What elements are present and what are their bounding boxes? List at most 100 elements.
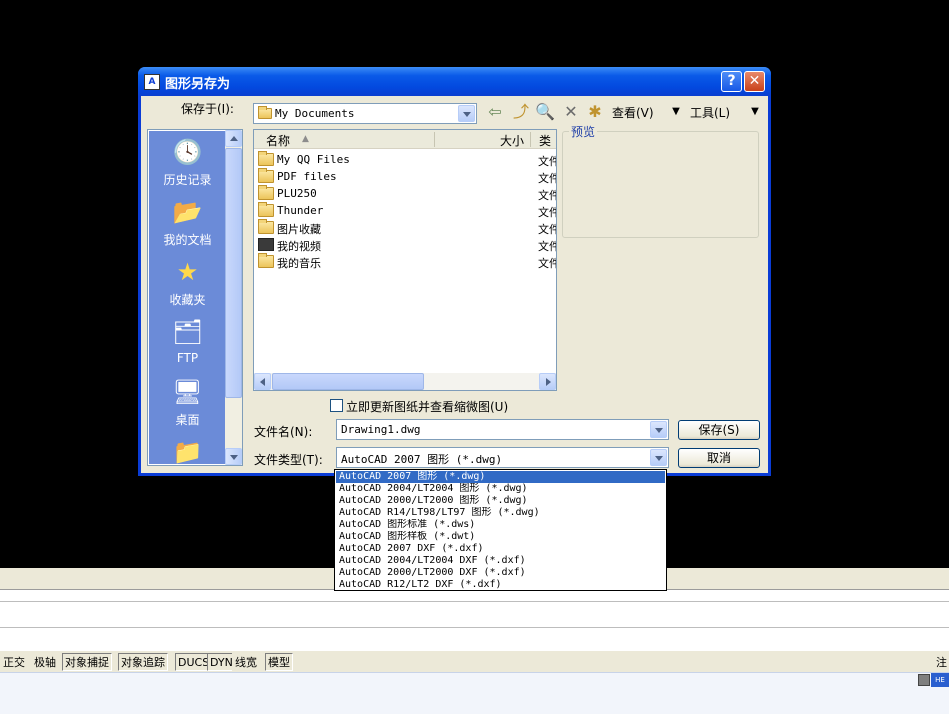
filetype-option[interactable]: AutoCAD R12/LT2 DXF (*.dxf) <box>336 579 665 591</box>
command-line-divider <box>0 627 949 628</box>
filetype-option[interactable]: AutoCAD 2007 图形 (*.dwg) <box>336 471 665 483</box>
sort-ascending-icon: ▲ <box>302 134 309 144</box>
update-thumbnail-checkbox[interactable] <box>330 399 343 412</box>
close-button[interactable]: ✕ <box>744 71 765 92</box>
file-row[interactable]: PDF files 文件 <box>258 168 556 186</box>
filetype-option[interactable]: AutoCAD R14/LT98/LT97 图形 (*.dwg) <box>336 507 665 519</box>
chevron-down-icon[interactable] <box>458 105 475 122</box>
autocad-app-icon: A <box>144 74 160 90</box>
filetype-option[interactable]: AutoCAD 2004/LT2004 图形 (*.dwg) <box>336 483 665 495</box>
save-in-select[interactable]: My Documents <box>253 103 477 124</box>
file-list-header: 名称 ▲ 大小 类 <box>254 130 556 149</box>
file-type: 文件 <box>538 206 556 219</box>
filetype-select[interactable]: AutoCAD 2007 图形 (*.dwg) <box>336 447 669 468</box>
file-name: 我的音乐 <box>277 257 321 270</box>
place-label: 收藏夹 <box>169 293 206 307</box>
places-scrollbar[interactable] <box>225 130 242 465</box>
column-divider[interactable] <box>530 132 531 147</box>
delete-icon[interactable]: ✕ <box>561 102 581 122</box>
file-type: 文件 <box>538 223 556 236</box>
chevron-down-icon[interactable] <box>650 449 667 466</box>
status-lineweight-button[interactable]: 线宽 <box>232 653 260 671</box>
place-history[interactable]: 🕓 历史记录 <box>149 133 226 193</box>
new-folder-icon[interactable]: ✱ <box>585 102 605 122</box>
file-name: 我的视频 <box>277 240 321 253</box>
file-list[interactable]: 名称 ▲ 大小 类 My QQ Files 文件 PDF files 文件 PL… <box>253 129 557 391</box>
status-otrack-button[interactable]: 对象追踪 <box>118 653 168 671</box>
file-row[interactable]: 图片收藏 文件 <box>258 219 556 237</box>
filetype-dropdown-list[interactable]: AutoCAD 2007 图形 (*.dwg) AutoCAD 2004/LT2… <box>334 469 667 591</box>
file-type: 文件 <box>538 240 556 253</box>
scroll-right-button[interactable] <box>539 373 556 390</box>
dialog-titlebar[interactable]: A 图形另存为 ? ✕ <box>138 67 771 96</box>
folder-icon: 📁 <box>172 438 203 464</box>
file-row[interactable]: PLU250 文件 <box>258 185 556 203</box>
back-arrow-icon[interactable]: ⇦ <box>485 102 505 122</box>
up-folder-icon[interactable]: ⤴ <box>511 102 531 122</box>
place-favorites[interactable]: ★ 收藏夹 <box>149 253 226 313</box>
dialog-title: 图形另存为 <box>165 77 231 92</box>
pictures-folder-icon <box>258 219 274 234</box>
cancel-button[interactable]: 取消 <box>678 448 760 468</box>
filename-value: Drawing1.dwg <box>341 423 421 436</box>
scroll-up-button[interactable] <box>225 130 242 147</box>
favorites-icon: ★ <box>176 258 199 286</box>
column-type-header[interactable]: 类 <box>539 132 551 149</box>
filetype-option[interactable]: AutoCAD 2000/LT2000 DXF (*.dxf) <box>336 567 665 579</box>
scroll-thumb[interactable] <box>272 373 424 390</box>
view-dropdown-arrow-icon[interactable]: ▼ <box>666 102 686 122</box>
chevron-down-icon[interactable] <box>650 421 667 438</box>
preview-label: 预览 <box>569 123 598 140</box>
file-type: 文件 <box>538 155 556 168</box>
place-my-documents[interactable]: 📂 我的文档 <box>149 193 226 253</box>
file-type: 文件 <box>538 189 556 202</box>
status-polar-button[interactable]: 极轴 <box>31 653 59 671</box>
folder-icon <box>258 168 274 183</box>
status-ortho-button[interactable]: 正交 <box>0 653 28 671</box>
help-button[interactable]: ? <box>721 71 742 92</box>
file-name: My QQ Files <box>277 153 350 166</box>
scroll-thumb[interactable] <box>225 148 242 398</box>
filename-input[interactable]: Drawing1.dwg <box>336 419 669 440</box>
file-row[interactable]: 我的音乐 文件 <box>258 253 556 271</box>
save-in-value: My Documents <box>275 107 355 120</box>
column-divider[interactable] <box>434 132 435 147</box>
file-row[interactable]: My QQ Files 文件 <box>258 151 556 169</box>
column-size-header[interactable]: 大小 <box>500 132 524 149</box>
file-row[interactable]: 我的视频 文件 <box>258 237 556 254</box>
file-name: PDF files <box>277 170 337 183</box>
tray-badge[interactable]: HE <box>931 673 949 687</box>
place-desktop[interactable]: 🖥 桌面 <box>149 373 226 433</box>
status-model-button[interactable]: 模型 <box>265 653 293 671</box>
taskbar: HE <box>0 672 949 714</box>
file-row[interactable]: Thunder 文件 <box>258 202 556 220</box>
filetype-option[interactable]: AutoCAD 2000/LT2000 图形 (*.dwg) <box>336 495 665 507</box>
ftp-icon: 🗂 <box>172 318 203 346</box>
column-name-header[interactable]: 名称 <box>266 132 290 149</box>
update-thumbnail-label[interactable]: 立即更新图纸并查看缩微图(U) <box>346 398 508 415</box>
save-as-dialog: A 图形另存为 ? ✕ 保存于(I): My Documents ⇦ ⤴ 🔍 ✕… <box>138 67 771 476</box>
place-ftp[interactable]: 🗂 FTP <box>149 313 226 373</box>
tools-dropdown-arrow-icon[interactable]: ▼ <box>745 102 765 122</box>
folder-icon <box>258 185 274 200</box>
scroll-left-button[interactable] <box>254 373 271 390</box>
file-name: Thunder <box>277 204 324 217</box>
search-web-icon[interactable]: 🔍 <box>535 102 555 122</box>
filetype-option[interactable]: AutoCAD 2004/LT2004 DXF (*.dxf) <box>336 555 665 567</box>
file-list-hscrollbar[interactable] <box>254 373 556 390</box>
place-more[interactable]: 📁 <box>149 433 226 464</box>
folder-icon <box>258 106 272 119</box>
scroll-down-button[interactable] <box>225 448 242 465</box>
tray-icon[interactable] <box>918 674 930 686</box>
desktop-icon: 🖥 <box>172 378 203 406</box>
filetype-option[interactable]: AutoCAD 图形样板 (*.dwt) <box>336 531 665 543</box>
command-line-divider <box>0 601 949 602</box>
file-name: PLU250 <box>277 187 317 200</box>
status-right-text: 注 <box>936 656 947 669</box>
filetype-option[interactable]: AutoCAD 图形标准 (*.dws) <box>336 519 665 531</box>
save-button[interactable]: 保存(S) <box>678 420 760 440</box>
status-osnap-button[interactable]: 对象捕捉 <box>62 653 112 671</box>
filetype-option[interactable]: AutoCAD 2007 DXF (*.dxf) <box>336 543 665 555</box>
view-menu[interactable]: 查看(V) <box>612 104 654 121</box>
tools-menu[interactable]: 工具(L) <box>690 104 730 121</box>
